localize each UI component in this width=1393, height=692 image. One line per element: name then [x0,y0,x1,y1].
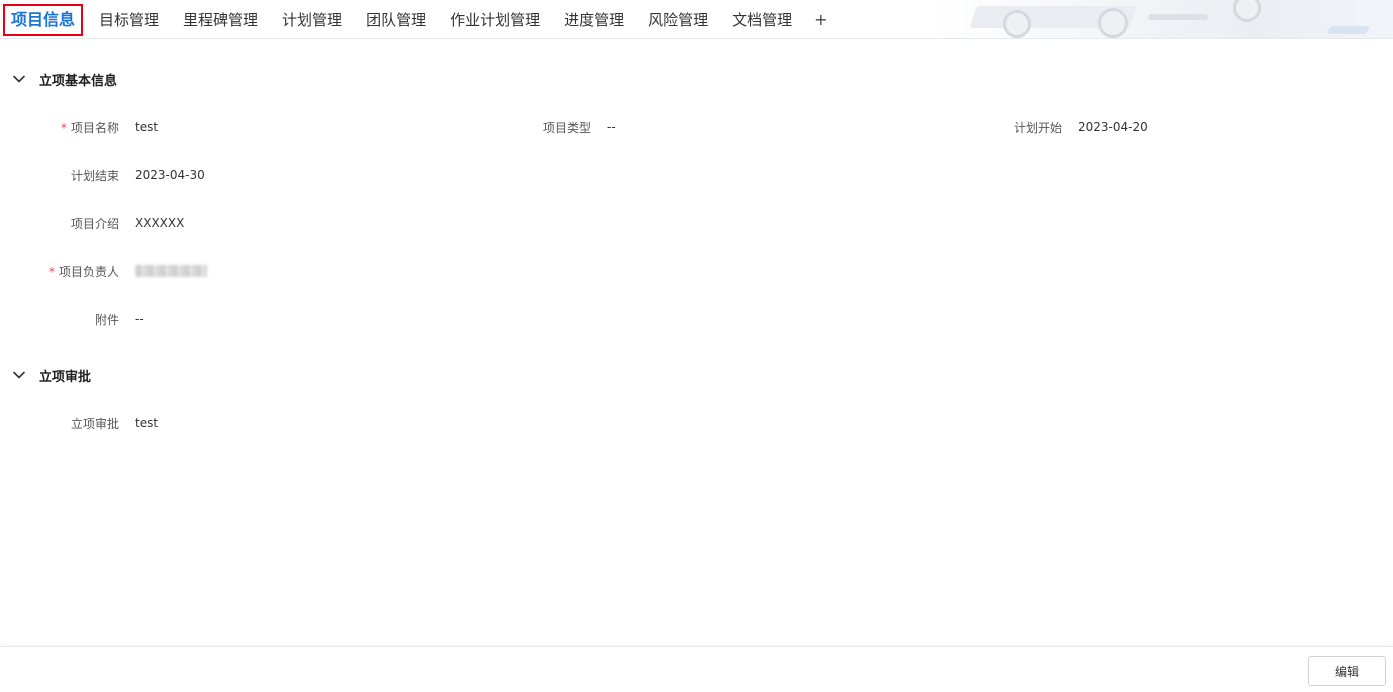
field-plan-start: 计划开始 2023-04-20 [943,117,1148,137]
field-project-owner: * 项目负责人 [0,261,207,281]
required-mark: * [48,264,55,279]
edit-button[interactable]: 编辑 [1308,656,1386,686]
attachment-label: 附件 [94,312,119,327]
required-mark: * [60,120,67,135]
basic-info-section-header[interactable]: 立项基本信息 [12,68,117,90]
approval-value: test [135,416,159,430]
tab-team-management[interactable]: 团队管理 [354,4,438,36]
tab-work-plan-management[interactable]: 作业计划管理 [438,4,552,36]
project-intro-value: XXXXXX [135,216,185,230]
plan-start-value: 2023-04-20 [1078,120,1148,134]
project-intro-label: 项目介绍 [70,216,119,231]
plan-end-value: 2023-04-30 [135,168,205,182]
plan-end-label: 计划结束 [70,168,119,183]
chevron-down-icon [13,75,25,83]
project-owner-label: * 项目负责人 [48,264,119,279]
chevron-down-icon [13,371,25,379]
add-tab-button[interactable]: + [804,4,837,36]
field-approval: 立项审批 test [0,413,158,433]
field-attachment: 附件 -- [0,309,144,329]
field-plan-end: 计划结束 2023-04-30 [0,165,205,185]
approval-section-header[interactable]: 立项审批 [12,364,91,386]
tab-plan-management[interactable]: 计划管理 [270,4,354,36]
tab-document-management[interactable]: 文档管理 [720,4,804,36]
tab-risk-management[interactable]: 风险管理 [636,4,720,36]
project-owner-value-redacted [135,265,207,277]
tab-bar: 项目信息 目标管理 里程碑管理 计划管理 团队管理 作业计划管理 进度管理 风险… [0,0,1393,39]
project-name-value: test [135,120,159,134]
header-decoration [933,0,1393,38]
tab-milestone-management[interactable]: 里程碑管理 [171,4,270,36]
tab-progress-management[interactable]: 进度管理 [552,4,636,36]
plan-start-label: 计划开始 [1013,120,1062,135]
tab-list: 项目信息 目标管理 里程碑管理 计划管理 团队管理 作业计划管理 进度管理 风险… [2,4,838,36]
project-name-label: * 项目名称 [60,120,119,135]
field-project-intro: 项目介绍 XXXXXX [0,213,184,233]
tab-project-info[interactable]: 项目信息 [2,4,84,36]
approval-label: 立项审批 [70,416,119,431]
project-type-label: 项目类型 [542,120,591,135]
project-info-page: 项目信息 目标管理 里程碑管理 计划管理 团队管理 作业计划管理 进度管理 风险… [0,0,1393,692]
basic-info-title: 立项基本信息 [39,73,118,89]
project-type-value: -- [607,120,616,134]
attachment-value: -- [135,312,144,326]
approval-title: 立项审批 [39,369,92,385]
field-project-type: 项目类型 -- [472,117,616,137]
footer-bar: 编辑 [0,646,1393,692]
field-project-name: * 项目名称 test [0,117,158,137]
tab-goal-management[interactable]: 目标管理 [87,4,171,36]
